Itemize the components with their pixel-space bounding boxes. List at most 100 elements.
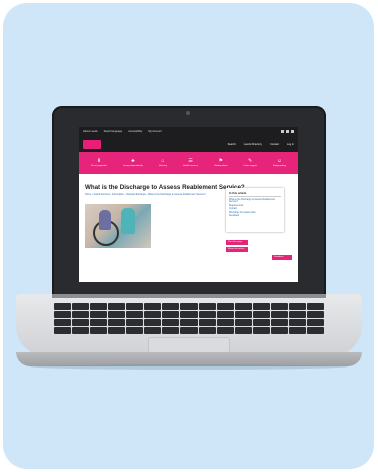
toc-heading: In this article [229,191,281,197]
feedback-button[interactable]: Feedback [272,255,292,260]
keyboard-key [306,303,324,310]
keyboard-key [162,327,180,334]
keyboard-key [270,311,288,318]
keyboard-key [108,319,126,326]
keyboard-key [198,327,216,334]
nav-label: Getting about [214,165,228,167]
keyboard-key [216,303,234,310]
keyboard-key [162,311,180,318]
toc-item[interactable]: Contact [229,208,281,210]
topbar-link[interactable]: Select language [104,130,123,133]
toc-item[interactable]: Requirements [229,205,281,207]
nav-icon: ☺ [276,158,282,164]
brand-bar: Search Leeds Directory Contact Log in [79,136,298,152]
nav-label: Direct payments [91,165,107,167]
nav-item[interactable]: ♣ Living independently [122,158,143,168]
site-logo[interactable] [83,139,101,149]
keyboard-key [180,327,198,334]
toc-item[interactable]: Feedback [229,215,281,217]
keyboard-key [180,303,198,310]
nav-icon: ✎ [248,158,253,164]
keyboard-key [234,303,252,310]
laptop-screen: About Leeds Select language Accessibilit… [79,127,298,282]
nav-item[interactable]: ☺ Safeguarding [272,158,286,168]
keyboard-key [306,327,324,334]
keyboard-key [234,311,252,318]
care-photo [85,204,151,248]
keyboard-key [54,327,72,334]
patient-figure [99,210,111,230]
nav-label: Safeguarding [272,165,286,167]
keyboard-key [234,319,252,326]
keyboard-key [216,327,234,334]
keyboard-key [198,303,216,310]
nav-icon: ⚑ [218,158,223,164]
brand-link[interactable]: Search [228,143,236,146]
keyboard-key [126,327,144,334]
nav-icon: ♣ [131,158,135,164]
trackpad [148,337,230,353]
keyboard-key [90,327,108,334]
print-button[interactable]: Print this page [226,240,248,245]
share-button[interactable]: Share this article [226,247,248,252]
topbar-link[interactable]: My Account [148,130,161,133]
nav-item[interactable]: ⬇ Direct payments [91,158,107,168]
keyboard-key [72,303,90,310]
keyboard-key [108,303,126,310]
keyboard-key [234,327,252,334]
brand-link[interactable]: Log in [287,143,294,146]
keyboard-key [270,319,288,326]
keyboard-key [54,319,72,326]
webcam-icon [186,111,190,115]
toc-item[interactable]: Discharge for Assess plan [229,212,281,214]
keyboard-key [198,319,216,326]
nav-item[interactable]: ☰ Health services [183,159,199,168]
keyboard-key [144,303,162,310]
laptop-hinge [52,294,326,298]
nav-item[interactable]: ⌂ Housing [159,158,168,168]
laptop-shadow [30,364,348,370]
keyboard-key [180,311,198,318]
top-bar: About Leeds Select language Accessibilit… [79,127,298,136]
keyboard-key [252,303,270,310]
keyboard-key [288,303,306,310]
keyboard-key [252,319,270,326]
table-of-contents: In this article What is the Discharge to… [226,188,284,232]
keyboard-key [108,311,126,318]
main-nav: ⬇ Direct payments ♣ Living independently ⌂… [79,152,298,174]
nav-icon: ⬇ [96,158,102,164]
social-icons [281,130,294,133]
keyboard-key [54,303,72,310]
nav-label: Living independently [122,165,143,167]
brand-link[interactable]: Contact [270,143,279,146]
keyboard-key [288,327,306,334]
nav-item[interactable]: ✎ Carer support [243,158,257,168]
brand-link[interactable]: Leeds Directory [244,143,262,146]
page-content: What is the Discharge to Assess Reableme… [79,174,298,260]
keyboard [54,303,324,337]
keyboard-key [126,303,144,310]
keyboard-key [72,311,90,318]
keyboard-key [162,319,180,326]
keyboard-key [90,303,108,310]
topbar-link[interactable]: About Leeds [83,130,98,133]
keyboard-key [72,319,90,326]
keyboard-key [126,311,144,318]
keyboard-key [126,319,144,326]
topbar-link[interactable]: Accessibility [128,130,142,133]
keyboard-key [252,327,270,334]
keyboard-key [306,311,324,318]
nav-label: Carer support [243,165,257,167]
keyboard-key [90,311,108,318]
keyboard-key [180,319,198,326]
toc-item[interactable]: What is the Discharge to Assess Reableme… [229,199,281,203]
keyboard-key [90,319,108,326]
keyboard-key [162,303,180,310]
nav-label: Housing [159,165,168,167]
nav-icon: ⌂ [161,158,165,164]
nav-label: Health services [183,165,199,167]
keyboard-key [288,319,306,326]
keyboard-key [216,319,234,326]
nav-item[interactable]: ⚑ Getting about [214,158,228,168]
keyboard-key [54,311,72,318]
